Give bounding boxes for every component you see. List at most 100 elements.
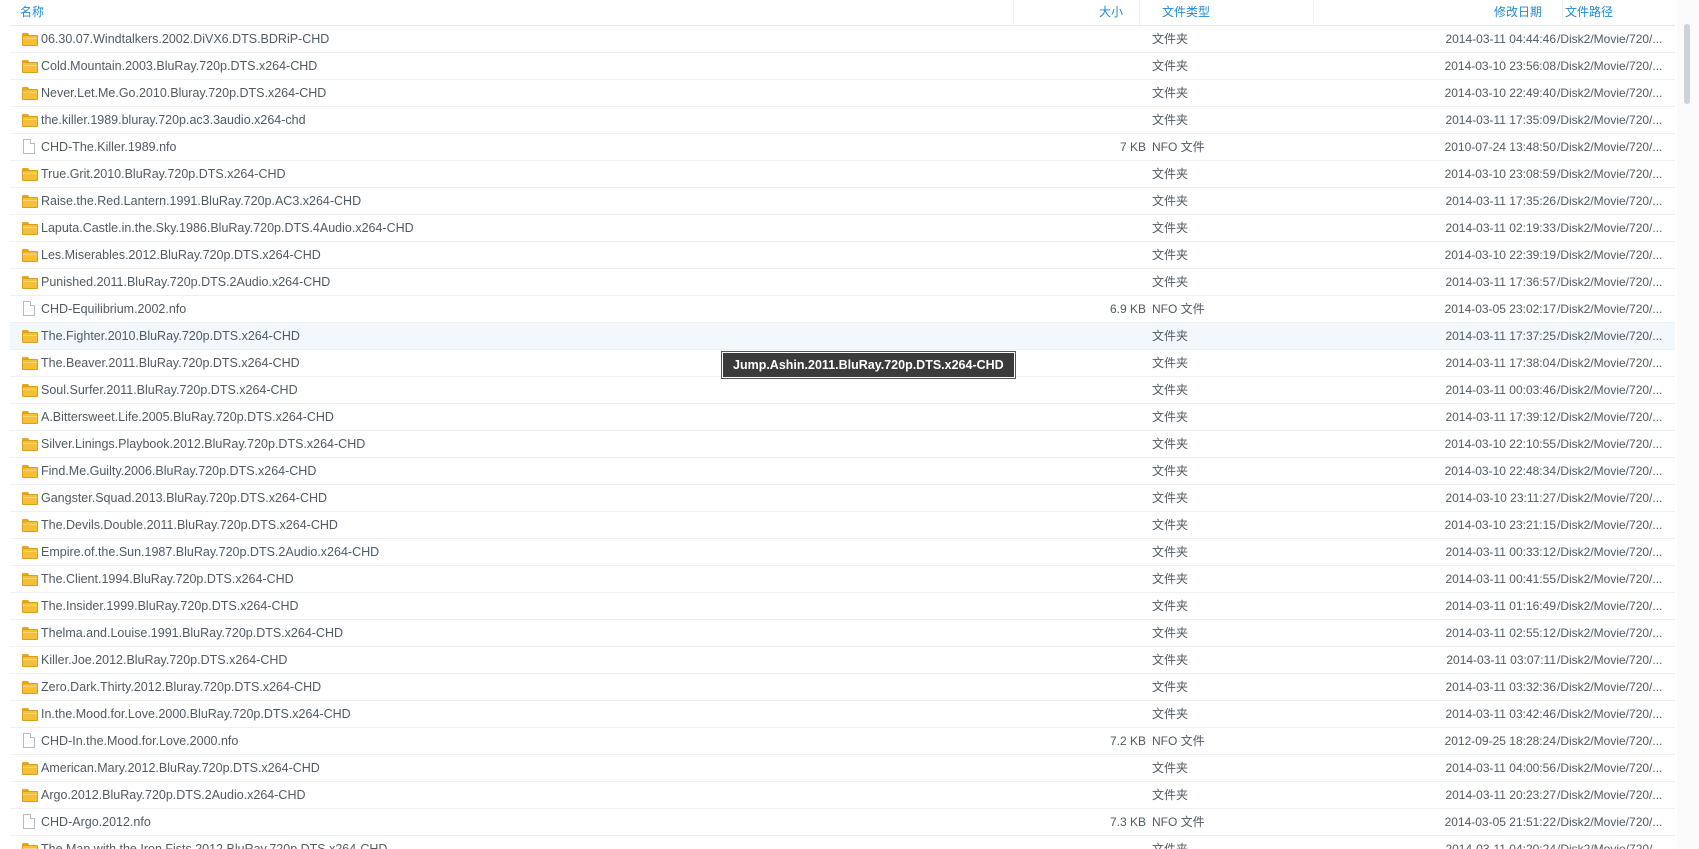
file-modified-date: 2014-03-05 23:02:17 bbox=[1444, 302, 1556, 316]
file-row[interactable]: Les.Miserables.2012.BluRay.720p.DTS.x264… bbox=[10, 242, 1675, 269]
file-name: CHD-In.the.Mood.for.Love.2000.nfo bbox=[41, 734, 239, 748]
folder-icon bbox=[22, 33, 38, 46]
column-header-modified[interactable]: 修改日期 bbox=[1314, 0, 1563, 25]
file-row[interactable]: CHD-The.Killer.1989.nfo 7 KB NFO 文件 2010-07… bbox=[10, 134, 1675, 161]
file-modified-date: 2012-09-25 18:28:24 bbox=[1444, 734, 1556, 748]
folder-icon bbox=[22, 384, 38, 397]
file-icon bbox=[23, 733, 35, 748]
row-icon-cell bbox=[22, 593, 40, 619]
file-row[interactable]: A.Bittersweet.Life.2005.BluRay.720p.DTS.… bbox=[10, 404, 1675, 431]
file-type: 文件夹 bbox=[1152, 599, 1189, 613]
file-name: In.the.Mood.for.Love.2000.BluRay.720p.DT… bbox=[41, 707, 351, 721]
folder-icon bbox=[22, 276, 38, 289]
file-size bbox=[1014, 836, 1146, 849]
file-icon bbox=[23, 814, 35, 829]
file-size bbox=[1014, 539, 1146, 565]
file-size bbox=[1014, 647, 1146, 673]
row-icon-cell bbox=[22, 134, 40, 160]
file-row[interactable]: Soul.Surfer.2011.BluRay.720p.DTS.x264-CH… bbox=[10, 377, 1675, 404]
file-row[interactable]: The.Fighter.2010.BluRay.720p.DTS.x264-CH… bbox=[10, 323, 1675, 350]
file-size bbox=[1014, 107, 1146, 133]
file-row[interactable]: Argo.2012.BluRay.720p.DTS.2Audio.x264-CH… bbox=[10, 782, 1675, 809]
file-row[interactable]: True.Grit.2010.BluRay.720p.DTS.x264-CHD 文… bbox=[10, 161, 1675, 188]
column-header-type[interactable]: 文件类型 bbox=[1140, 0, 1314, 25]
file-path: /Disk2/Movie/720/... bbox=[1557, 275, 1663, 289]
file-row[interactable]: Cold.Mountain.2003.BluRay.720p.DTS.x264-… bbox=[10, 53, 1675, 80]
file-name: Raise.the.Red.Lantern.1991.BluRay.720p.A… bbox=[41, 194, 362, 208]
file-path: /Disk2/Movie/720/... bbox=[1557, 599, 1663, 613]
file-row[interactable]: Find.Me.Guilty.2006.BluRay.720p.DTS.x264… bbox=[10, 458, 1675, 485]
file-row[interactable]: CHD-In.the.Mood.for.Love.2000.nfo 7.2 KB N… bbox=[10, 728, 1675, 755]
file-modified-date: 2014-03-10 23:21:15 bbox=[1444, 518, 1556, 532]
folder-icon bbox=[22, 627, 38, 640]
file-name: Soul.Surfer.2011.BluRay.720p.DTS.x264-CH… bbox=[41, 383, 298, 397]
file-row[interactable]: In.the.Mood.for.Love.2000.BluRay.720p.DT… bbox=[10, 701, 1675, 728]
file-row[interactable]: Never.Let.Me.Go.2010.Bluray.720p.DTS.x26… bbox=[10, 80, 1675, 107]
file-modified-date: 2014-03-10 23:11:27 bbox=[1445, 491, 1556, 505]
file-type: 文件夹 bbox=[1152, 653, 1189, 667]
vertical-scrollbar[interactable] bbox=[1677, 0, 1699, 849]
file-row[interactable]: The.Insider.1999.BluRay.720p.DTS.x264-CH… bbox=[10, 593, 1675, 620]
file-row[interactable]: the.killer.1989.bluray.720p.ac3.3audio.x… bbox=[10, 107, 1675, 134]
folder-icon bbox=[22, 843, 38, 849]
column-header-name[interactable]: 名称 bbox=[10, 0, 1014, 25]
file-modified-date: 2014-03-10 23:56:08 bbox=[1444, 59, 1556, 73]
file-type: 文件夹 bbox=[1152, 518, 1189, 532]
file-row[interactable]: The.Devils.Double.2011.BluRay.720p.DTS.x… bbox=[10, 512, 1675, 539]
file-path: /Disk2/Movie/720/... bbox=[1557, 248, 1663, 262]
file-row[interactable]: American.Mary.2012.BluRay.720p.DTS.x264-… bbox=[10, 755, 1675, 782]
file-row[interactable]: Killer.Joe.2012.BluRay.720p.DTS.x264-CHD… bbox=[10, 647, 1675, 674]
file-modified-date: 2014-03-11 17:35:09 bbox=[1445, 113, 1556, 127]
row-icon-cell bbox=[22, 323, 40, 349]
row-icon-cell bbox=[22, 26, 40, 52]
file-path: /Disk2/Movie/720/... bbox=[1557, 653, 1663, 667]
file-modified-date: 2014-03-11 02:55:12 bbox=[1445, 626, 1556, 640]
column-header-path[interactable]: 文件路径 bbox=[1563, 0, 1675, 25]
row-icon-cell bbox=[22, 782, 40, 808]
file-type: 文件夹 bbox=[1152, 572, 1189, 586]
row-icon-cell bbox=[22, 701, 40, 727]
folder-icon bbox=[22, 519, 38, 532]
row-icon-cell bbox=[22, 215, 40, 241]
file-row[interactable]: Punished.2011.BluRay.720p.DTS.2Audio.x26… bbox=[10, 269, 1675, 296]
file-row[interactable]: Thelma.and.Louise.1991.BluRay.720p.DTS.x… bbox=[10, 620, 1675, 647]
file-name: CHD-Equilibrium.2002.nfo bbox=[41, 302, 187, 316]
folder-icon bbox=[22, 87, 38, 100]
file-size bbox=[1014, 755, 1146, 781]
file-path: /Disk2/Movie/720/... bbox=[1557, 329, 1663, 343]
row-icon-cell bbox=[22, 674, 40, 700]
row-icon-cell bbox=[22, 188, 40, 214]
file-modified-date: 2014-03-11 00:41:55 bbox=[1445, 572, 1556, 586]
file-type: 文件夹 bbox=[1152, 437, 1189, 451]
file-row[interactable]: CHD-Equilibrium.2002.nfo 6.9 KB NFO 文件 2014… bbox=[10, 296, 1675, 323]
file-path: /Disk2/Movie/720/... bbox=[1557, 572, 1663, 586]
file-type: 文件夹 bbox=[1152, 329, 1189, 343]
file-modified-date: 2010-07-24 13:48:50 bbox=[1444, 140, 1556, 154]
file-size bbox=[1014, 485, 1146, 511]
scrollbar-thumb[interactable] bbox=[1684, 24, 1690, 104]
file-row[interactable]: Gangster.Squad.2013.BluRay.720p.DTS.x264… bbox=[10, 485, 1675, 512]
file-size bbox=[1014, 269, 1146, 295]
file-path: /Disk2/Movie/720/... bbox=[1557, 113, 1663, 127]
folder-icon bbox=[22, 465, 38, 478]
file-name: Never.Let.Me.Go.2010.Bluray.720p.DTS.x26… bbox=[41, 86, 327, 100]
file-row[interactable]: CHD-Argo.2012.nfo 7.3 KB NFO 文件 2014-03-05 … bbox=[10, 809, 1675, 836]
file-size: 7 KB bbox=[1119, 140, 1146, 154]
file-row[interactable]: The.Client.1994.BluRay.720p.DTS.x264-CHD… bbox=[10, 566, 1675, 593]
file-row[interactable]: Zero.Dark.Thirty.2012.Bluray.720p.DTS.x2… bbox=[10, 674, 1675, 701]
folder-icon bbox=[22, 330, 38, 343]
file-row[interactable]: Empire.of.the.Sun.1987.BluRay.720p.DTS.2… bbox=[10, 539, 1675, 566]
file-row[interactable]: Silver.Linings.Playbook.2012.BluRay.720p… bbox=[10, 431, 1675, 458]
folder-icon bbox=[22, 195, 38, 208]
column-header-size[interactable]: 大小 bbox=[1014, 0, 1140, 25]
file-row[interactable]: Raise.the.Red.Lantern.1991.BluRay.720p.A… bbox=[10, 188, 1675, 215]
folder-icon bbox=[22, 546, 38, 559]
row-icon-cell bbox=[22, 350, 40, 376]
file-row[interactable]: Laputa.Castle.in.the.Sky.1986.BluRay.720… bbox=[10, 215, 1675, 242]
row-icon-cell bbox=[22, 242, 40, 268]
row-icon-cell bbox=[22, 755, 40, 781]
row-icon-cell bbox=[22, 377, 40, 403]
file-row[interactable]: 06.30.07.Windtalkers.2002.DiVX6.DTS.BDRi… bbox=[10, 26, 1675, 53]
file-modified-date: 2014-03-10 22:49:40 bbox=[1444, 86, 1556, 100]
file-row[interactable]: The.Man.with.the.Iron.Fists.2012.BluRay.… bbox=[10, 836, 1675, 849]
